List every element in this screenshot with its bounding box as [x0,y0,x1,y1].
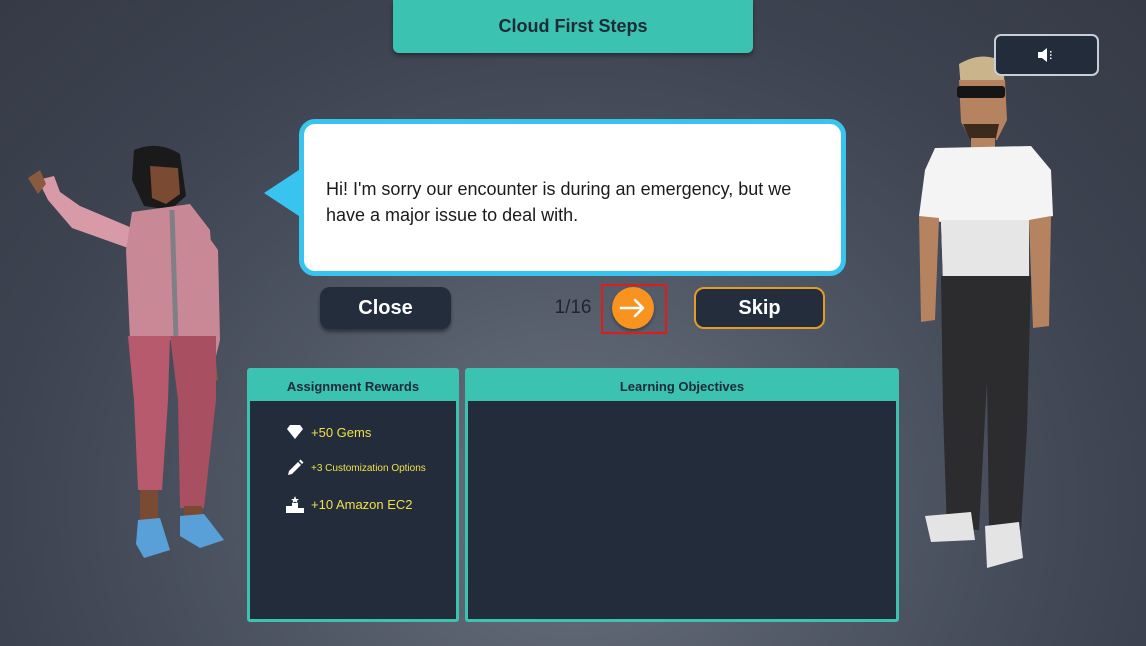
reward-label: +3 Customization Options [311,462,426,474]
gem-icon [283,421,307,443]
close-button[interactable]: Close [320,287,451,329]
reward-item: +50 Gems [283,421,371,443]
page-title: Cloud First Steps [498,16,648,36]
dialog-message: Hi! I'm sorry our encounter is during an… [326,179,792,225]
reward-item: +10 Amazon EC2 [283,493,413,515]
title-banner: Cloud First Steps [393,0,753,53]
reward-label: +50 Gems [311,424,372,440]
assignment-rewards-panel: Assignment Rewards +50 Gems +3 Customiza… [247,368,459,622]
character-woman [28,145,224,558]
highlight-box [601,284,667,334]
sound-toggle-button[interactable] [994,34,1099,76]
learning-objectives-panel: Learning Objectives [465,368,899,622]
reward-item: +3 Customization Options [283,457,426,479]
skip-button[interactable]: Skip [694,287,825,329]
speech-bubble: Hi! I'm sorry our encounter is during an… [299,119,846,276]
speaker-icon [1037,48,1051,62]
reward-label: +10 Amazon EC2 [311,496,413,512]
speech-bubble-tail [264,168,302,218]
objectives-title: Learning Objectives [468,371,896,401]
podium-icon [283,493,307,515]
character-man [919,56,1053,568]
dialog-counter: 1/16 [554,297,592,318]
pencil-icon [283,457,307,479]
rewards-title: Assignment Rewards [250,371,456,401]
